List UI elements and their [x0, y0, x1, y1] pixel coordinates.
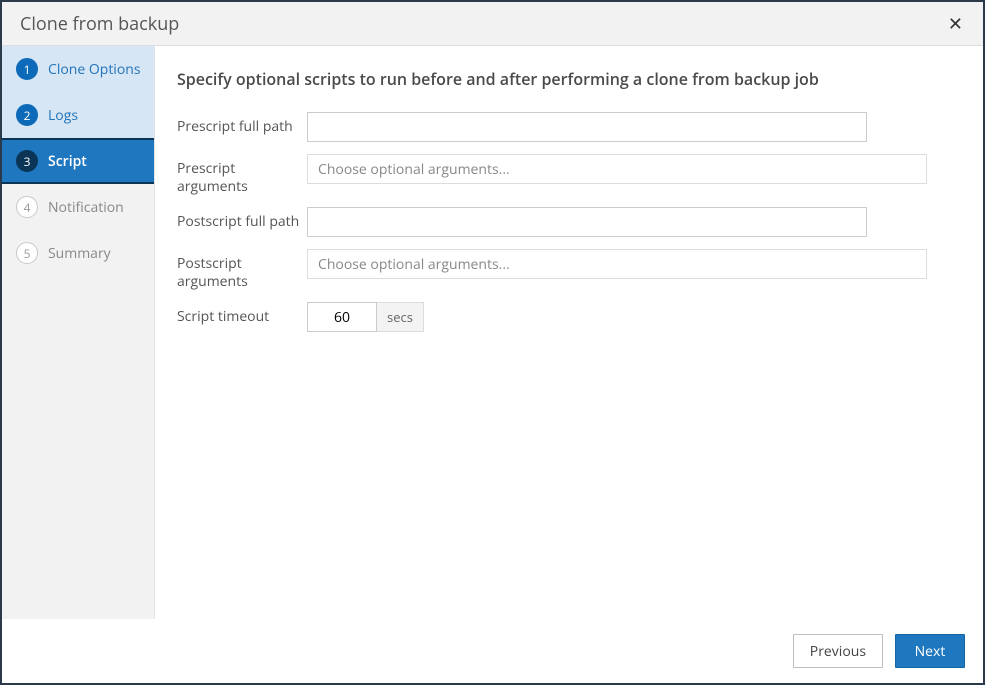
prescript-path-label: Prescript full path: [177, 112, 307, 136]
step-label: Logs: [48, 106, 78, 125]
postscript-path-row: Postscript full path: [177, 207, 953, 237]
step-label: Notification: [48, 198, 124, 217]
dialog-title: Clone from backup: [20, 12, 179, 36]
previous-button[interactable]: Previous: [793, 634, 883, 668]
step-label: Script: [48, 152, 87, 171]
sidebar-step-clone-options[interactable]: 1 Clone Options: [2, 46, 154, 92]
timeout-group: secs: [307, 302, 424, 332]
postscript-path-input[interactable]: [307, 207, 867, 237]
dialog-header: Clone from backup ✕: [2, 2, 983, 46]
prescript-path-row: Prescript full path: [177, 112, 953, 142]
script-timeout-label: Script timeout: [177, 302, 307, 326]
dialog-footer: Previous Next: [2, 619, 983, 683]
postscript-args-dropdown[interactable]: Choose optional arguments...: [307, 249, 927, 279]
sidebar-step-script[interactable]: 3 Script: [2, 138, 154, 184]
step-number: 4: [16, 196, 38, 218]
step-number: 2: [16, 104, 38, 126]
wizard-sidebar: 1 Clone Options 2 Logs 3 Script 4 Notifi…: [2, 46, 155, 619]
next-button[interactable]: Next: [895, 634, 965, 668]
sidebar-step-summary[interactable]: 5 Summary: [2, 230, 154, 276]
script-timeout-input[interactable]: [307, 302, 377, 332]
postscript-args-label: Postscript arguments: [177, 249, 307, 290]
prescript-args-dropdown[interactable]: Choose optional arguments...: [307, 154, 927, 184]
wizard-content: Specify optional scripts to run before a…: [155, 46, 983, 619]
dropdown-placeholder: Choose optional arguments...: [318, 160, 510, 179]
postscript-path-label: Postscript full path: [177, 207, 307, 231]
prescript-path-input[interactable]: [307, 112, 867, 142]
close-icon: ✕: [948, 12, 963, 36]
step-number: 1: [16, 58, 38, 80]
prescript-args-row: Prescript arguments Choose optional argu…: [177, 154, 953, 195]
section-heading: Specify optional scripts to run before a…: [177, 68, 953, 90]
sidebar-step-logs[interactable]: 2 Logs: [2, 92, 154, 138]
clone-from-backup-dialog: Clone from backup ✕ 1 Clone Options 2 Lo…: [0, 0, 985, 685]
timeout-unit: secs: [377, 302, 424, 332]
step-number: 5: [16, 242, 38, 264]
step-number: 3: [16, 150, 38, 172]
step-label: Clone Options: [48, 60, 141, 79]
close-button[interactable]: ✕: [942, 10, 969, 38]
postscript-args-row: Postscript arguments Choose optional arg…: [177, 249, 953, 290]
sidebar-step-notification[interactable]: 4 Notification: [2, 184, 154, 230]
script-timeout-row: Script timeout secs: [177, 302, 953, 332]
prescript-args-label: Prescript arguments: [177, 154, 307, 195]
dropdown-placeholder: Choose optional arguments...: [318, 255, 510, 274]
step-label: Summary: [48, 244, 111, 263]
dialog-body: 1 Clone Options 2 Logs 3 Script 4 Notifi…: [2, 46, 983, 619]
